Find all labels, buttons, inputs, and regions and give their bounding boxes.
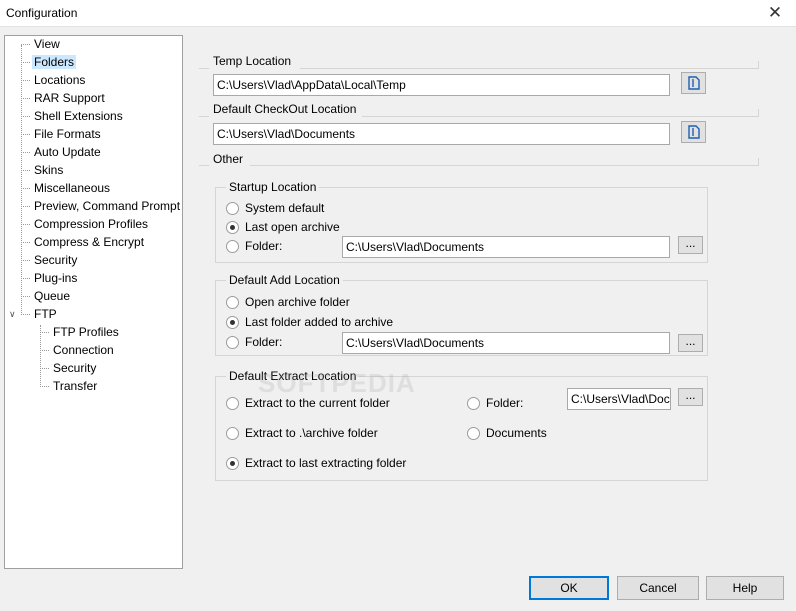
tree-item-label: Plug-ins (34, 271, 78, 285)
add-folder-input[interactable]: C:\Users\Vlad\Documents (342, 332, 670, 354)
radio-label: Folder: (486, 396, 524, 410)
tree-item-label: Auto Update (34, 145, 101, 159)
tree-item-label: FTP Profiles (53, 325, 119, 339)
group-line (250, 165, 758, 166)
radio-label: Open archive folder (245, 295, 350, 309)
temp-location-input[interactable]: C:\Users\Vlad\AppData\Local\Temp (213, 74, 670, 96)
tree-item-transfer[interactable]: Transfer (40, 378, 99, 395)
tree-item-label: Compression Profiles (34, 217, 149, 231)
tree-item-label: View (34, 37, 60, 51)
tree-item-label: Connection (53, 343, 114, 357)
tree-item-preview-command-prompt[interactable]: Preview, Command Prompt (21, 198, 182, 215)
group-line (362, 116, 758, 117)
tree-item-compress-encrypt[interactable]: Compress & Encrypt (21, 234, 146, 251)
startup-system-default-radio[interactable]: System default (226, 200, 324, 216)
temp-location-browse-button[interactable] (681, 72, 706, 94)
title-bar: Configuration ✕ (0, 0, 796, 27)
startup-folder-radio[interactable]: Folder: (226, 238, 282, 254)
tree-item-label: File Formats (34, 127, 101, 141)
tree-item-label: Skins (34, 163, 64, 177)
close-icon[interactable]: ✕ (754, 0, 796, 27)
radio-label: Documents (486, 426, 547, 440)
tree-item-label: FTP (34, 307, 57, 321)
temp-location-title: Temp Location (213, 54, 292, 68)
add-last-folder-radio[interactable]: Last folder added to archive (226, 314, 393, 330)
tree-item-plug-ins[interactable]: Plug-ins (21, 270, 79, 287)
chevron-down-icon[interactable]: ∨ (9, 309, 16, 320)
startup-folder-browse-button[interactable]: ... (678, 236, 703, 254)
tree-item-label: Shell Extensions (34, 109, 123, 123)
window-title: Configuration (6, 6, 78, 20)
add-open-archive-folder-radio[interactable]: Open archive folder (226, 294, 350, 310)
extract-last-folder-radio[interactable]: Extract to last extracting folder (226, 455, 406, 471)
tree-item-label: Miscellaneous (34, 181, 111, 195)
tree-item-label: Compress & Encrypt (34, 235, 145, 249)
startup-last-open-archive-radio[interactable]: Last open archive (226, 219, 340, 235)
group-line (300, 68, 758, 69)
tree-item-label: Queue (34, 289, 71, 303)
settings-tree[interactable]: View Folders Locations RAR Support Shell… (4, 35, 183, 569)
add-location-title: Default Add Location (226, 273, 343, 287)
group-line (758, 109, 759, 117)
extract-folder-browse-button[interactable]: ... (678, 388, 703, 406)
folder-browse-icon (687, 125, 700, 139)
radio-label: Extract to last extracting folder (245, 456, 407, 470)
tree-item-security[interactable]: Security (21, 252, 79, 269)
tree-item-ftp-profiles[interactable]: FTP Profiles (40, 324, 121, 341)
extract-folder-input[interactable]: C:\Users\Vlad\Documents (567, 388, 671, 410)
tree-item-file-formats[interactable]: File Formats (21, 126, 103, 143)
ok-button[interactable]: OK (529, 576, 609, 600)
tree-item-label: Security (34, 253, 78, 267)
tree-item-skins[interactable]: Skins (21, 162, 65, 179)
tree-item-folders[interactable]: Folders (21, 54, 77, 71)
group-line (199, 165, 209, 166)
tree-item-rar-support[interactable]: RAR Support (21, 90, 107, 107)
radio-label: System default (245, 201, 325, 215)
other-title: Other (213, 152, 244, 166)
tree-item-auto-update[interactable]: Auto Update (21, 144, 103, 161)
tree-item-ftp[interactable]: FTP (21, 306, 59, 323)
tree-item-ftp-security[interactable]: Security (40, 360, 98, 377)
cancel-button[interactable]: Cancel (617, 576, 699, 600)
tree-item-shell-extensions[interactable]: Shell Extensions (21, 108, 125, 125)
extract-archive-folder-radio[interactable]: Extract to .\archive folder (226, 425, 378, 441)
add-folder-browse-button[interactable]: ... (678, 334, 703, 352)
tree-item-label: Locations (34, 73, 86, 87)
group-line (199, 116, 209, 117)
startup-folder-input[interactable]: C:\Users\Vlad\Documents (342, 236, 670, 258)
radio-label: Extract to .\archive folder (245, 426, 378, 440)
checkout-location-browse-button[interactable] (681, 121, 706, 143)
group-line (758, 158, 759, 166)
tree-item-label: Transfer (53, 379, 98, 393)
tree-item-connection[interactable]: Connection (40, 342, 116, 359)
tree-item-label: Security (53, 361, 97, 375)
tree-item-miscellaneous[interactable]: Miscellaneous (21, 180, 112, 197)
checkout-location-title: Default CheckOut Location (213, 102, 357, 116)
tree-item-view[interactable]: View (21, 36, 62, 53)
startup-location-title: Startup Location (226, 180, 320, 194)
extract-documents-radio[interactable]: Documents (467, 425, 547, 441)
group-line (758, 61, 759, 69)
tree-item-label: Preview, Command Prompt (34, 199, 181, 213)
help-button[interactable]: Help (706, 576, 784, 600)
folder-browse-icon (687, 76, 700, 90)
tree-item-label: RAR Support (34, 91, 105, 105)
tree-item-label: Folders (32, 55, 77, 69)
group-line (199, 68, 209, 69)
extract-folder-radio[interactable]: Folder: (467, 395, 523, 411)
tree-item-compression-profiles[interactable]: Compression Profiles (21, 216, 150, 233)
add-folder-radio[interactable]: Folder: (226, 334, 282, 350)
radio-label: Folder: (245, 239, 283, 253)
radio-label: Last folder added to archive (245, 315, 394, 329)
softpedia-watermark: SOFTPEDIA (258, 368, 416, 398)
tree-item-queue[interactable]: Queue (21, 288, 72, 305)
checkout-location-input[interactable]: C:\Users\Vlad\Documents (213, 123, 670, 145)
radio-label: Last open archive (245, 220, 340, 234)
tree-item-locations[interactable]: Locations (21, 72, 87, 89)
radio-label: Folder: (245, 335, 283, 349)
